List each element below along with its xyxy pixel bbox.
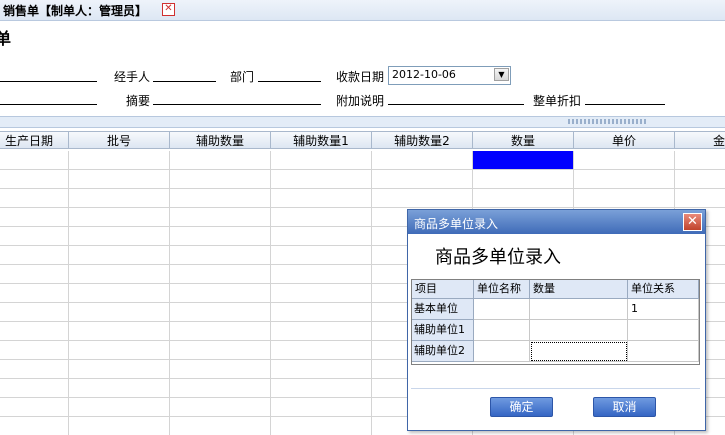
collect-date-select[interactable]: 2012-10-06 ▼ bbox=[388, 66, 511, 85]
summary-field[interactable] bbox=[153, 92, 321, 105]
collect-date-label: 收款日期 bbox=[336, 70, 385, 84]
multi-unit-dialog: 商品多单位录入 ✕ 商品多单位录入 项目 单位名称 数量 单位关系 基本单位 1… bbox=[407, 209, 706, 431]
col-header-aux-qty[interactable]: 辅助数量 bbox=[170, 131, 271, 149]
chevron-down-icon[interactable]: ▼ bbox=[494, 68, 509, 81]
unit-cell-qty-focused[interactable] bbox=[530, 341, 628, 362]
unit-cell-name[interactable] bbox=[474, 299, 530, 320]
unit-col-header-relation: 单位关系 bbox=[628, 280, 699, 299]
close-icon[interactable]: ✕ bbox=[162, 3, 175, 16]
col-header-amount[interactable]: 金 bbox=[675, 131, 725, 149]
collect-date-value: 2012-10-06 bbox=[392, 68, 456, 81]
discount-field[interactable] bbox=[585, 92, 665, 105]
dept-field[interactable] bbox=[258, 69, 321, 82]
unit-cell-name[interactable] bbox=[474, 341, 530, 362]
dialog-divider bbox=[411, 388, 700, 389]
unit-row-aux2-label: 辅助单位2 bbox=[412, 341, 474, 362]
selected-cell-qty[interactable] bbox=[473, 151, 573, 169]
discount-label: 整单折扣 bbox=[533, 94, 582, 108]
unit-cell-qty[interactable] bbox=[530, 320, 628, 341]
col-header-aux-qty2[interactable]: 辅助数量2 bbox=[372, 131, 473, 149]
extra-note-field[interactable] bbox=[388, 92, 524, 105]
unit-cell-qty[interactable] bbox=[530, 299, 628, 320]
dialog-heading: 商品多单位录入 bbox=[435, 247, 561, 268]
cancel-button[interactable]: 取消 bbox=[593, 397, 656, 417]
summary-label: 摘要 bbox=[126, 94, 151, 108]
unit-cell-relation[interactable] bbox=[628, 320, 699, 341]
unit-cell-name[interactable] bbox=[474, 320, 530, 341]
extra-note-label: 附加说明 bbox=[336, 94, 385, 108]
field-customer-underline[interactable] bbox=[0, 69, 97, 82]
col-header-aux-qty1[interactable]: 辅助数量1 bbox=[271, 131, 372, 149]
unit-row-basic-label: 基本单位 bbox=[412, 299, 474, 320]
splitter-grip-icon[interactable] bbox=[568, 119, 648, 124]
document-tab-bar: 销售单【制单人：管理员】 ✕ bbox=[0, 0, 725, 21]
dialog-title: 商品多单位录入 bbox=[414, 217, 499, 231]
unit-row-aux1-label: 辅助单位1 bbox=[412, 320, 474, 341]
tab-title[interactable]: 销售单【制单人：管理员】 bbox=[3, 2, 147, 19]
col-header-price[interactable]: 单价 bbox=[574, 131, 675, 149]
col-header-batch[interactable]: 批号 bbox=[69, 131, 170, 149]
splitter-bar[interactable] bbox=[0, 116, 725, 128]
handler-label: 经手人 bbox=[114, 70, 151, 84]
col-header-production-date[interactable]: 生产日期 bbox=[0, 131, 69, 149]
dept-label: 部门 bbox=[230, 70, 255, 84]
page-title: 单 bbox=[0, 29, 12, 48]
unit-cell-relation[interactable]: 1 bbox=[628, 299, 699, 320]
unit-col-header-name: 单位名称 bbox=[474, 280, 530, 299]
unit-cell-relation[interactable] bbox=[628, 341, 699, 362]
unit-col-header-qty: 数量 bbox=[530, 280, 628, 299]
close-icon[interactable]: ✕ bbox=[683, 213, 702, 231]
col-header-qty[interactable]: 数量 bbox=[473, 131, 574, 149]
dialog-titlebar[interactable]: 商品多单位录入 ✕ bbox=[408, 210, 705, 234]
unit-col-header-item: 项目 bbox=[412, 280, 474, 299]
unit-table: 项目 单位名称 数量 单位关系 基本单位 1 辅助单位1 辅助单位2 bbox=[411, 279, 700, 365]
ok-button[interactable]: 确定 bbox=[490, 397, 553, 417]
handler-field[interactable] bbox=[153, 69, 216, 82]
field-left-underline[interactable] bbox=[0, 92, 97, 105]
